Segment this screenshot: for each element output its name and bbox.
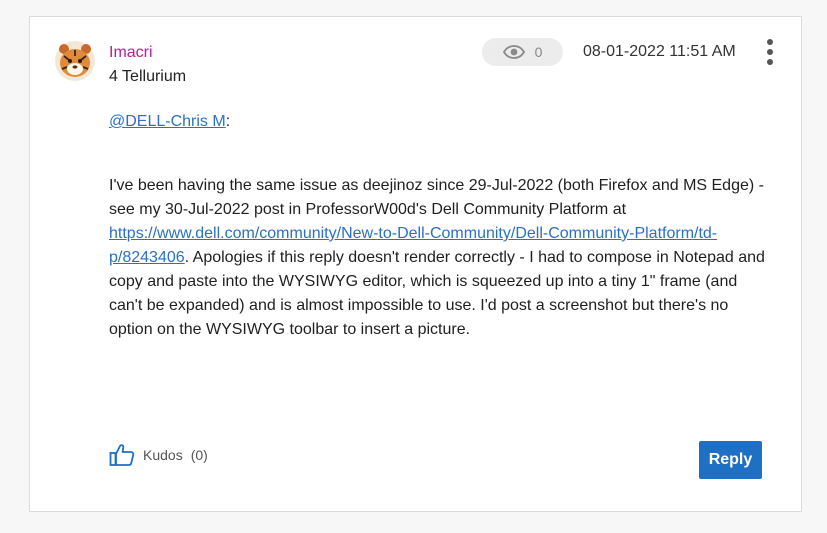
kudos-label: Kudos	[143, 447, 183, 463]
thumbs-up-icon	[109, 444, 135, 466]
mention-suffix: :	[225, 113, 231, 130]
mention-link[interactable]: @DELL-Chris M	[109, 113, 226, 130]
mention-line: @DELL-Chris M:	[109, 113, 230, 131]
kudos-count: (0)	[190, 447, 208, 463]
views-count: 0	[534, 44, 543, 60]
author-name-link[interactable]: Imacri	[109, 44, 153, 62]
body-text-part1: I've been having the same issue as deeji…	[109, 177, 764, 218]
kudos-thumbs-up-icon[interactable]	[109, 443, 135, 467]
dot	[767, 59, 773, 65]
author-rank: 4 Tellurium	[109, 68, 187, 85]
kudos-area: Kudos (0)	[109, 443, 208, 467]
eye-icon	[502, 45, 525, 59]
more-options-icon[interactable]	[760, 37, 780, 67]
dot	[767, 49, 773, 55]
tiger-avatar-icon	[55, 41, 95, 81]
views-badge: 0	[482, 38, 563, 66]
body-text-part2: . Apologies if this reply doesn't render…	[109, 249, 765, 338]
post-date: 08-01-2022 11:51 AM	[583, 43, 736, 60]
reply-card: Imacri 4 Tellurium 0 08-01-2022 11:51 AM…	[29, 16, 802, 512]
avatar[interactable]	[54, 40, 96, 82]
reply-button[interactable]: Reply	[699, 441, 762, 479]
post-body: I've been having the same issue as deeji…	[109, 174, 769, 342]
dot	[767, 39, 773, 45]
